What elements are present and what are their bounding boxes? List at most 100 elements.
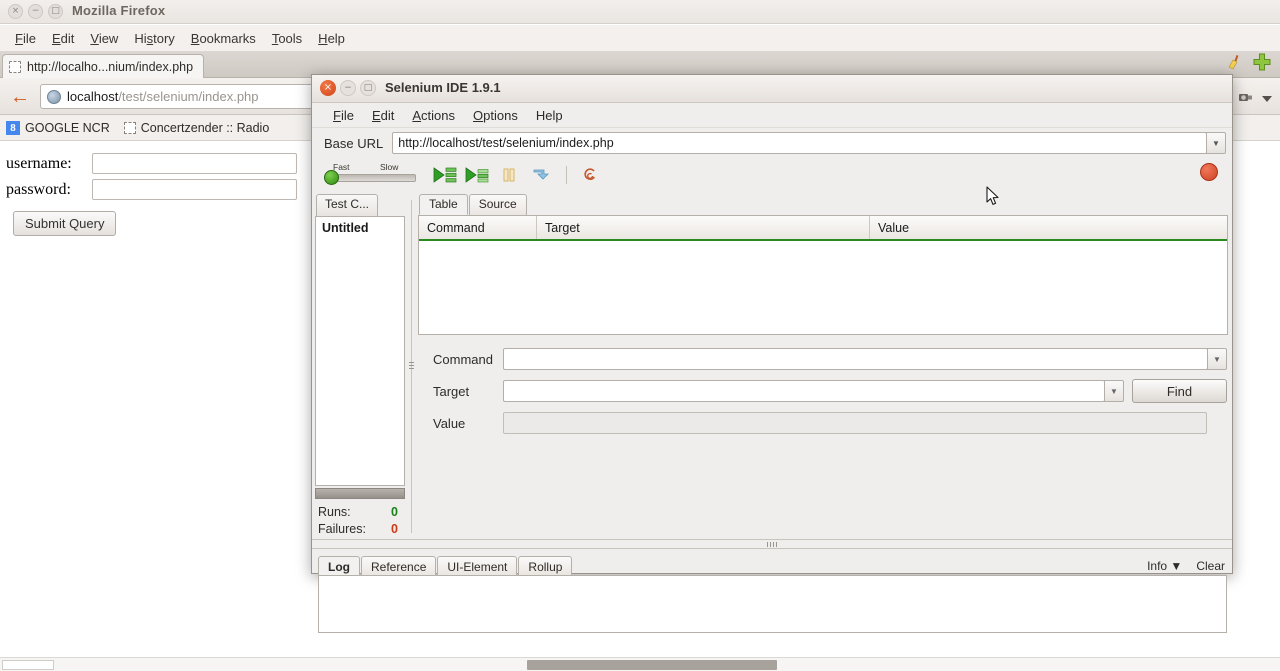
test-case-list[interactable]: Untitled (315, 216, 405, 486)
command-input[interactable] (503, 348, 1208, 370)
tab-source[interactable]: Source (468, 194, 527, 215)
mouse-cursor (986, 186, 1000, 211)
tab-table[interactable]: Table (419, 194, 468, 215)
firefox-menu-tools[interactable]: Tools (264, 29, 310, 48)
chevron-down-icon: ▼ (1170, 559, 1183, 573)
value-label: Value (433, 415, 466, 431)
base-url-row: Base URL http://localhost/test/selenium/… (312, 128, 1232, 158)
test-case-panel: Test C... Untitled Runs: 0 Failures: 0 (314, 194, 406, 539)
log-level-selector[interactable]: Info ▼ (1147, 559, 1182, 573)
ide-menu-file[interactable]: File (324, 106, 363, 125)
base-url-dropdown-icon[interactable]: ▼ (1206, 132, 1226, 154)
ide-menu-actions[interactable]: Actions (403, 106, 464, 125)
tab-log[interactable]: Log (318, 556, 360, 575)
submit-query-button[interactable]: Submit Query (13, 211, 117, 236)
chevron-down-icon[interactable] (1262, 90, 1272, 108)
runs-value: 0 (391, 505, 398, 519)
pause-resume-button[interactable] (494, 162, 524, 188)
log-controls: Info ▼ Clear (1147, 559, 1225, 573)
password-label: password: (6, 180, 71, 198)
firefox-window-controls: × − □ (8, 4, 63, 19)
tab-test-case[interactable]: Test C... (316, 194, 379, 216)
ide-menu-help[interactable]: Help (527, 106, 572, 125)
firefox-menu-help[interactable]: Help (310, 29, 353, 48)
firefox-maximize-button[interactable]: □ (48, 4, 63, 19)
scrollbar-thumb[interactable] (527, 660, 777, 670)
value-input[interactable] (503, 412, 1207, 434)
firefox-menu-bookmarks[interactable]: Bookmarks (183, 29, 264, 48)
globe-icon (47, 89, 61, 104)
new-tab-plus-icon[interactable] (1252, 52, 1272, 72)
speed-slider-track[interactable] (326, 174, 416, 182)
blank-favicon-icon (123, 121, 136, 134)
selenium-camera-icon[interactable] (1239, 90, 1254, 108)
back-arrow-icon[interactable]: ← (8, 85, 32, 109)
column-header-value[interactable]: Value (870, 216, 1227, 239)
bookmark-concertzender[interactable]: Concertzender :: Radio (123, 121, 269, 135)
test-case-progress-bar (315, 488, 405, 499)
column-header-command[interactable]: Command (419, 216, 537, 239)
play-current-test-case-button[interactable] (462, 162, 492, 188)
play-suite-button[interactable] (430, 162, 460, 188)
horizontal-splitter[interactable] (312, 539, 1232, 549)
apply-rollup-rules-button[interactable] (575, 162, 605, 188)
ide-menu-edit[interactable]: Edit (363, 106, 403, 125)
firefox-tab[interactable]: http://localho...nium/index.php (2, 54, 205, 78)
urlbar-trailing-icons (1239, 90, 1272, 108)
editor-panel: Table Source Command Target Value Comman… (417, 194, 1229, 539)
command-label: Command (433, 351, 493, 367)
username-input[interactable] (92, 153, 297, 174)
bookmark-label: GOOGLE NCR (25, 120, 110, 135)
record-button[interactable] (1200, 163, 1218, 181)
password-input[interactable] (92, 179, 297, 200)
toolbar-separator (566, 166, 567, 184)
speed-slow-label: Slow (380, 162, 399, 172)
url-path: /test/selenium/index.php (118, 89, 259, 104)
splitter-grip (409, 362, 414, 371)
list-item[interactable]: Untitled (322, 221, 398, 235)
firefox-minimize-button[interactable]: − (28, 4, 43, 19)
firefox-menu-edit[interactable]: Edit (44, 29, 82, 48)
value-field-row: Value (419, 412, 1227, 434)
target-input[interactable] (503, 380, 1105, 402)
broom-icon[interactable] (1226, 54, 1242, 74)
step-button[interactable] (526, 162, 556, 188)
command-form: Command ▼ Target ▼ Find Value (417, 335, 1229, 443)
tab-ui-element[interactable]: UI-Element (437, 556, 518, 575)
ide-menubar: File Edit Actions Options Help (312, 103, 1232, 128)
target-dropdown-icon[interactable]: ▼ (1104, 380, 1124, 402)
base-url-input[interactable]: http://localhost/test/selenium/index.php (392, 132, 1207, 154)
speed-slider-knob[interactable] (324, 170, 339, 185)
log-clear-button[interactable]: Clear (1196, 559, 1225, 573)
ide-minimize-button[interactable]: − (340, 80, 356, 96)
scrollbar-left-segment[interactable] (2, 660, 54, 670)
bookmark-google-ncr[interactable]: 8 GOOGLE NCR (6, 120, 110, 135)
test-case-stats: Runs: 0 Failures: 0 (314, 499, 406, 539)
ide-toolbar: Fast Slow (312, 158, 1232, 192)
tab-reference[interactable]: Reference (361, 556, 437, 575)
command-dropdown-icon[interactable]: ▼ (1207, 348, 1227, 370)
column-header-target[interactable]: Target (537, 216, 870, 239)
ide-titlebar: × − □ Selenium IDE 1.9.1 (312, 75, 1232, 103)
speed-slider[interactable]: Fast Slow (324, 161, 416, 189)
ide-window-title: Selenium IDE 1.9.1 (385, 80, 501, 95)
failures-label: Failures: (318, 522, 366, 536)
firefox-close-button[interactable]: × (8, 4, 23, 19)
failures-row: Failures: 0 (318, 522, 404, 536)
find-button[interactable]: Find (1132, 379, 1227, 403)
command-table[interactable]: Command Target Value (418, 215, 1228, 335)
ide-close-button[interactable]: × (320, 80, 336, 96)
firefox-tab-label: http://localho...nium/index.php (27, 59, 194, 74)
ide-menu-options[interactable]: Options (464, 106, 527, 125)
tab-rollup[interactable]: Rollup (518, 556, 573, 575)
firefox-menu-file[interactable]: File (7, 29, 44, 48)
url-host: localhost (67, 89, 119, 104)
test-case-tabrow: Test C... (314, 194, 406, 216)
firefox-menu-view[interactable]: View (82, 29, 126, 48)
ide-maximize-button[interactable]: □ (360, 80, 376, 96)
vertical-splitter[interactable] (406, 194, 417, 539)
firefox-menu-history[interactable]: History (126, 29, 182, 48)
editor-tabrow: Table Source (417, 194, 1229, 215)
page-horizontal-scrollbar[interactable] (0, 657, 1280, 671)
log-output[interactable] (318, 575, 1227, 633)
